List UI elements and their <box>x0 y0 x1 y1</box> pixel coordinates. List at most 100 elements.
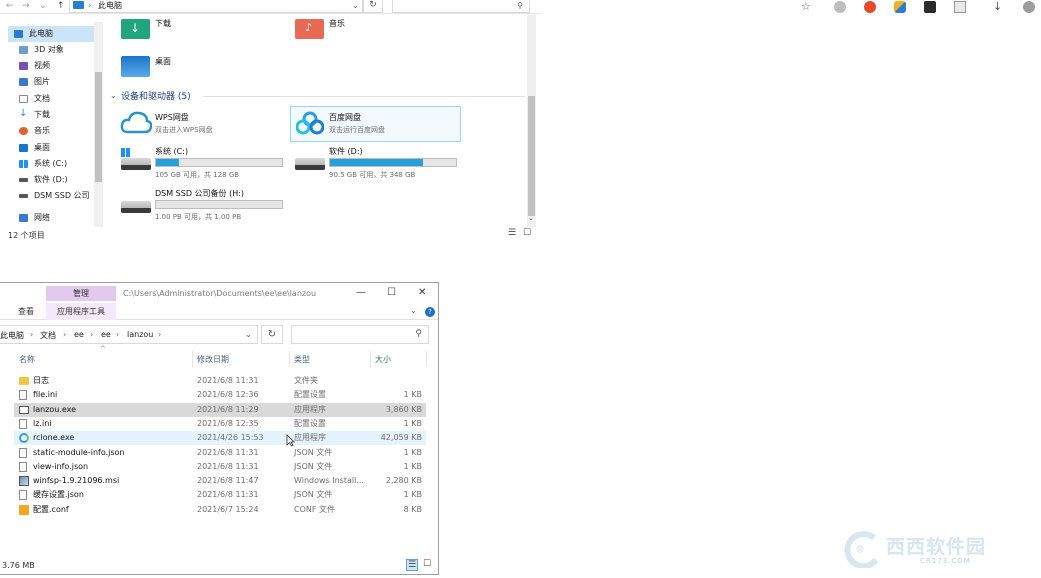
file-date: 2021/6/8 11:47 <box>197 476 259 486</box>
file-row[interactable]: lz.ini 2021/6/8 12:35 配置设置 1 KB <box>14 417 426 431</box>
video-icon <box>19 62 28 70</box>
drive-icon <box>19 194 28 198</box>
nav-item-documents[interactable]: 文档 <box>16 91 96 107</box>
manage-tab[interactable]: 管理 <box>46 286 116 301</box>
file-row[interactable]: lanzou.exe 2021/6/8 11:29 应用程序 3,860 KB <box>14 402 426 417</box>
back-arrow-icon[interactable]: ← <box>6 1 14 11</box>
column-separator[interactable] <box>289 351 290 367</box>
breadcrumb-this-pc[interactable]: 此电脑 <box>0 330 24 341</box>
refresh-button[interactable]: ↻ <box>363 0 383 13</box>
devices-group-header[interactable]: 设备和驱动器 (5) <box>121 89 191 102</box>
file-row[interactable]: 缓存设置.json 2021/6/8 11:31 JSON 文件 1 KB <box>14 488 426 502</box>
cube-icon <box>19 46 28 54</box>
drive-icon <box>19 178 28 182</box>
scroll-down-icon[interactable]: ⌄ <box>528 214 534 222</box>
search-input[interactable]: ⚲ <box>291 325 429 344</box>
chevron-down-icon[interactable]: ⌄ <box>352 0 359 11</box>
browser-toolbar: ☆ ↓ <box>795 0 1041 15</box>
chevron-right-icon: › <box>63 330 67 339</box>
drive-c-usage-fill <box>156 159 179 166</box>
pc-icon <box>73 1 84 9</box>
file-row[interactable]: rclone.exe 2021/4/26 15:53 应用程序 42,059 KB <box>14 431 426 446</box>
up-arrow-icon[interactable]: ↑ <box>57 1 65 11</box>
close-icon[interactable]: ✕ <box>418 287 426 298</box>
file-name: lanzou.exe <box>33 404 77 414</box>
nav-item-drive-d[interactable]: 软件 (D:) <box>16 172 96 188</box>
address-box[interactable]: › 此电脑 ⌄ <box>69 0 363 13</box>
nav-item-drive-h[interactable]: DSM SSD 公司 <box>16 188 96 204</box>
file-date: 2021/6/8 12:36 <box>197 390 259 400</box>
ribbon-tabs: 查看 应用程序工具 ⌄ ? <box>0 303 438 320</box>
file-row[interactable]: 配置.conf 2021/6/7 15:24 CONF 文件 8 KB <box>14 503 426 517</box>
column-name[interactable]: 名称 <box>19 354 35 365</box>
column-date[interactable]: 修改日期 <box>197 354 229 365</box>
file-type: JSON 文件 <box>294 461 333 471</box>
watermark-url: CR173.COM <box>920 557 971 565</box>
maximize-icon[interactable]: ☐ <box>387 287 396 298</box>
rclone-icon <box>19 433 29 444</box>
tiles-view-icon[interactable]: ☐ <box>423 559 431 569</box>
extension-gray-icon[interactable] <box>834 1 846 13</box>
details-view-icon[interactable]: ☰ <box>406 559 419 571</box>
file-type: 文件夹 <box>294 376 318 385</box>
shield-extension-icon[interactable] <box>894 1 906 13</box>
exe-file-icon <box>19 405 29 414</box>
dropdown-chevron-icon[interactable]: ⌄ <box>39 1 47 11</box>
nav-item-this-pc[interactable]: 此电脑 <box>8 26 94 42</box>
collapse-chevron-icon[interactable]: ⌄ <box>110 91 117 100</box>
nav-scrollbar[interactable] <box>94 22 103 227</box>
column-separator[interactable] <box>426 351 427 367</box>
nav-item-videos[interactable]: 视频 <box>16 58 96 74</box>
address-dropdown-icon[interactable]: ⌄ <box>245 330 252 339</box>
breadcrumb-ee[interactable]: ee <box>74 330 84 339</box>
profile-icon[interactable] <box>1023 1 1035 13</box>
tab-app-tools[interactable]: 应用程序工具 <box>46 303 116 320</box>
minimize-icon[interactable]: — <box>356 287 366 298</box>
nav-item-drive-c[interactable]: 系统 (C:) <box>16 156 96 172</box>
window-icon[interactable] <box>954 1 966 13</box>
download-icon[interactable]: ↓ <box>993 0 1002 13</box>
nav-item-downloads[interactable]: ↓ 下载 <box>16 107 96 123</box>
help-icon[interactable]: ? <box>425 307 435 317</box>
breadcrumb-documents[interactable]: 文档 <box>40 330 56 341</box>
refresh-button[interactable]: ↻ <box>261 325 283 344</box>
nav-item-desktop[interactable]: 桌面 <box>16 140 96 156</box>
nav-item-pictures[interactable]: 图片 <box>16 74 96 90</box>
breadcrumb-ee-2[interactable]: ee <box>101 330 111 339</box>
star-settings-icon[interactable]: ☆ <box>801 0 811 13</box>
music-icon <box>19 127 28 135</box>
watermark-logo-icon <box>844 531 879 568</box>
file-type: 应用程序 <box>294 433 326 443</box>
tab-view[interactable]: 查看 <box>18 306 34 317</box>
file-row[interactable]: view-info.json 2021/6/8 11:31 JSON 文件 1 KB <box>14 460 426 474</box>
file-row[interactable]: winfsp-1.9.21096.msi 2021/6/8 11:47 Window… <box>14 474 426 488</box>
file-date: 2021/6/8 11:31 <box>197 461 259 471</box>
search-icon: ⚲ <box>415 329 422 339</box>
tiles-view-icon[interactable]: ☐ <box>523 228 531 238</box>
column-size[interactable]: 大小 <box>375 354 391 365</box>
column-separator[interactable] <box>370 351 371 367</box>
content-scrollbar[interactable]: ⌄ <box>527 14 536 227</box>
search-input[interactable]: ⚲ <box>392 0 530 13</box>
column-type[interactable]: 类型 <box>294 354 310 365</box>
ribbon-expand-chevron-icon[interactable]: ⌄ <box>410 306 417 315</box>
details-view-icon[interactable]: ☰ <box>508 228 516 238</box>
nav-item-music[interactable]: 音乐 <box>16 123 96 139</box>
nav-scrollbar-thumb[interactable] <box>95 72 102 182</box>
address-breadcrumb[interactable]: 此电脑 <box>98 0 122 11</box>
file-size: 42,059 KB <box>380 433 422 443</box>
nav-item-3d-objects[interactable]: 3D 对象 <box>16 42 96 58</box>
json-file-icon <box>19 461 27 472</box>
forward-arrow-icon[interactable]: → <box>22 1 30 11</box>
file-row[interactable]: 日志 2021/6/8 11:31 文件夹 <box>14 374 426 388</box>
column-separator[interactable] <box>192 351 193 367</box>
nav-item-network[interactable]: 网络 <box>16 210 96 226</box>
red-extension-icon[interactable] <box>864 1 876 13</box>
sort-ascending-icon: ^ <box>100 345 106 353</box>
content-scrollbar-thumb[interactable] <box>528 96 535 216</box>
dark-extension-icon[interactable] <box>924 1 936 13</box>
address-bar[interactable]: 此电脑 › 文档 › ee › ee › lanzou › ⌄ <box>0 325 258 344</box>
file-row[interactable]: static-module-info.json 2021/6/8 11:31 JSO… <box>14 446 426 460</box>
file-row[interactable]: file.ini 2021/6/8 12:36 配置设置 1 KB <box>14 388 426 402</box>
breadcrumb-lanzou[interactable]: lanzou <box>127 330 153 339</box>
